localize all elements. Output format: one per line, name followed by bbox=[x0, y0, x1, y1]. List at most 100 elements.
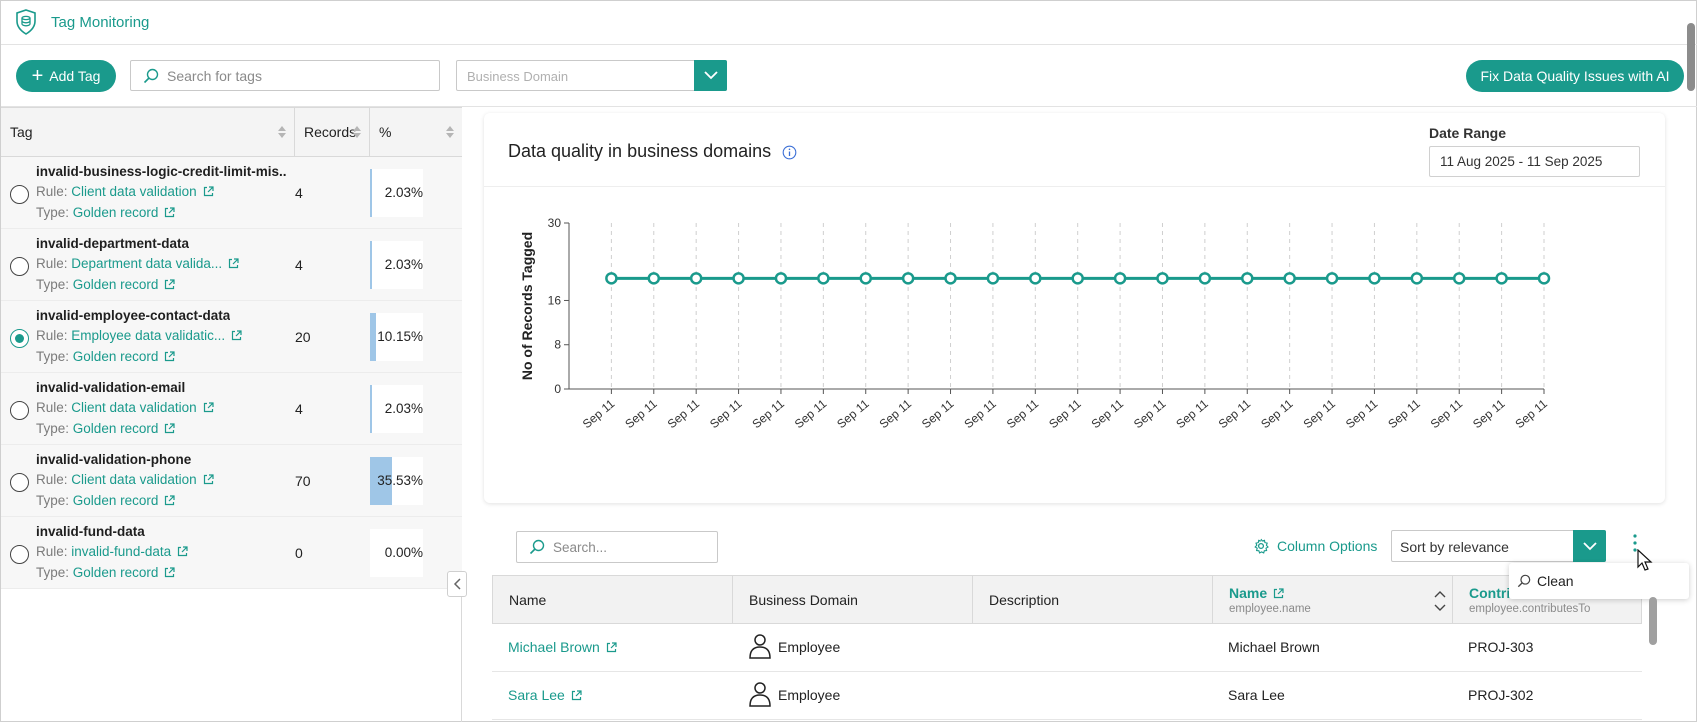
x-tick-label: Sep 11 bbox=[1216, 396, 1254, 431]
external-link-icon[interactable] bbox=[606, 642, 617, 653]
tag-table-header: Tag Records % bbox=[1, 107, 462, 157]
date-range-input[interactable]: 11 Aug 2025 - 11 Sep 2025 bbox=[1429, 146, 1640, 177]
tag-percent-value: 10.15% bbox=[377, 329, 423, 344]
type-link[interactable]: Golden record bbox=[73, 565, 159, 580]
tag-records: 0 bbox=[295, 545, 303, 561]
external-link-icon[interactable] bbox=[164, 279, 175, 290]
tag-select-radio[interactable] bbox=[10, 329, 29, 348]
type-link[interactable]: Golden record bbox=[73, 421, 159, 436]
external-link-icon bbox=[1274, 587, 1284, 598]
tag-search-input[interactable]: Search for tags bbox=[130, 60, 440, 91]
tag-percent-value: 35.53% bbox=[377, 473, 423, 488]
record-employee-name: Michael Brown bbox=[1228, 639, 1320, 655]
tag-percent-bar bbox=[370, 169, 372, 217]
tag-name: invalid-employee-contact-data bbox=[36, 308, 231, 323]
data-point bbox=[1113, 272, 1127, 285]
rule-link[interactable]: Employee data validatic... bbox=[71, 328, 225, 343]
x-tick-label: Sep 11 bbox=[877, 396, 915, 431]
rule-prefix: Rule: bbox=[36, 472, 68, 487]
tag-row[interactable]: invalid-business-logic-credit-limit-mis.… bbox=[1, 157, 462, 229]
type-link[interactable]: Golden record bbox=[73, 205, 159, 220]
grid-header-description-label: Description bbox=[989, 591, 1060, 608]
window-scrollbar-thumb[interactable] bbox=[1687, 23, 1695, 91]
x-tick-label: Sep 11 bbox=[919, 396, 957, 431]
collapse-panel-button[interactable] bbox=[447, 571, 467, 597]
external-link-icon[interactable] bbox=[164, 495, 175, 506]
tag-list-panel: Tag Records % invalid-business-logic-cre… bbox=[1, 107, 467, 722]
tag-select-radio[interactable] bbox=[10, 185, 29, 204]
chevron-down-icon[interactable] bbox=[1573, 530, 1606, 562]
tag-select-radio[interactable] bbox=[10, 473, 29, 492]
grid-header-employee-name[interactable]: Name employee.name bbox=[1213, 576, 1453, 623]
rule-prefix: Rule: bbox=[36, 328, 68, 343]
rule-link[interactable]: Client data validation bbox=[71, 472, 196, 487]
grid-header-business-domain[interactable]: Business Domain bbox=[733, 576, 973, 623]
type-link[interactable]: Golden record bbox=[73, 493, 159, 508]
x-tick-label: Sep 11 bbox=[1512, 396, 1550, 431]
tag-select-radio[interactable] bbox=[10, 257, 29, 276]
grid-scrollbar-thumb[interactable] bbox=[1649, 597, 1657, 645]
rule-link[interactable]: Client data validation bbox=[71, 400, 196, 415]
business-domain-placeholder: Business Domain bbox=[467, 69, 569, 84]
tag-row[interactable]: invalid-validation-email Rule: Client dat… bbox=[1, 373, 462, 445]
tag-select-radio[interactable] bbox=[10, 401, 29, 420]
column-header-records[interactable]: Records bbox=[295, 108, 370, 156]
business-domain-select[interactable]: Business Domain bbox=[456, 60, 727, 91]
sort-toggle-icon[interactable] bbox=[1434, 590, 1446, 612]
tag-row[interactable]: invalid-fund-data Rule: invalid-fund-data… bbox=[1, 517, 462, 589]
rule-link[interactable]: Department data valida... bbox=[71, 256, 222, 271]
data-point bbox=[1452, 272, 1466, 285]
external-link-icon[interactable] bbox=[203, 186, 214, 197]
tag-row[interactable]: invalid-department-data Rule: Department … bbox=[1, 229, 462, 301]
tag-search-placeholder: Search for tags bbox=[167, 67, 262, 84]
tag-type: Type: Golden record bbox=[36, 421, 175, 436]
tag-records: 70 bbox=[295, 473, 311, 489]
tag-row[interactable]: invalid-validation-phone Rule: Client dat… bbox=[1, 445, 462, 517]
external-link-icon[interactable] bbox=[164, 423, 175, 434]
data-point bbox=[1071, 272, 1084, 285]
data-point bbox=[1241, 272, 1254, 285]
rule-prefix: Rule: bbox=[36, 400, 68, 415]
grid-search-input[interactable]: Search... bbox=[516, 531, 718, 563]
type-link[interactable]: Golden record bbox=[73, 349, 159, 364]
tag-rule: Rule: Client data validation bbox=[36, 400, 214, 415]
sort-select[interactable]: Sort by relevance bbox=[1391, 530, 1606, 562]
data-point bbox=[817, 272, 830, 285]
table-row[interactable]: Michael Brown Employee Michael Brown PROJ-3… bbox=[492, 624, 1642, 672]
tag-records: 4 bbox=[295, 185, 303, 201]
tag-row[interactable]: invalid-employee-contact-data Rule: Emplo… bbox=[1, 301, 462, 373]
column-header-tag[interactable]: Tag bbox=[1, 108, 295, 156]
data-point bbox=[774, 272, 788, 285]
type-link[interactable]: Golden record bbox=[73, 277, 159, 292]
type-prefix: Type: bbox=[36, 493, 70, 508]
chevron-down-icon[interactable] bbox=[694, 60, 727, 91]
external-link-icon[interactable] bbox=[177, 546, 188, 557]
add-tag-button[interactable]: + Add Tag bbox=[16, 60, 116, 92]
record-domain-label: Employee bbox=[778, 687, 841, 703]
external-link-icon[interactable] bbox=[231, 330, 242, 341]
tag-records: 4 bbox=[295, 257, 303, 273]
rule-link[interactable]: Client data validation bbox=[71, 184, 196, 199]
data-point bbox=[1368, 272, 1381, 285]
external-link-icon[interactable] bbox=[164, 351, 175, 362]
info-icon[interactable] bbox=[782, 145, 797, 160]
clean-menu-item[interactable]: Clean bbox=[1509, 563, 1689, 599]
grid-header-name[interactable]: Name bbox=[493, 576, 733, 623]
column-options-button[interactable]: Column Options bbox=[1253, 538, 1377, 554]
external-link-icon[interactable] bbox=[571, 690, 582, 701]
table-row[interactable]: Sara Lee Employee Sara Lee PROJ-302 bbox=[492, 672, 1642, 720]
tag-select-radio[interactable] bbox=[10, 545, 29, 564]
external-link-icon[interactable] bbox=[164, 207, 175, 218]
external-link-icon[interactable] bbox=[203, 474, 214, 485]
column-header-percent[interactable]: % bbox=[370, 108, 462, 156]
data-point bbox=[1283, 272, 1296, 285]
external-link-icon[interactable] bbox=[228, 258, 239, 269]
fix-data-quality-button[interactable]: Fix Data Quality Issues with AI bbox=[1466, 60, 1684, 92]
grid-header-description[interactable]: Description bbox=[973, 576, 1213, 623]
record-name-link[interactable]: Michael Brown bbox=[508, 639, 617, 655]
record-name-link[interactable]: Sara Lee bbox=[508, 687, 582, 703]
rule-link[interactable]: invalid-fund-data bbox=[71, 544, 171, 559]
external-link-icon[interactable] bbox=[203, 402, 214, 413]
external-link-icon[interactable] bbox=[164, 567, 175, 578]
record-name: Sara Lee bbox=[508, 687, 565, 703]
